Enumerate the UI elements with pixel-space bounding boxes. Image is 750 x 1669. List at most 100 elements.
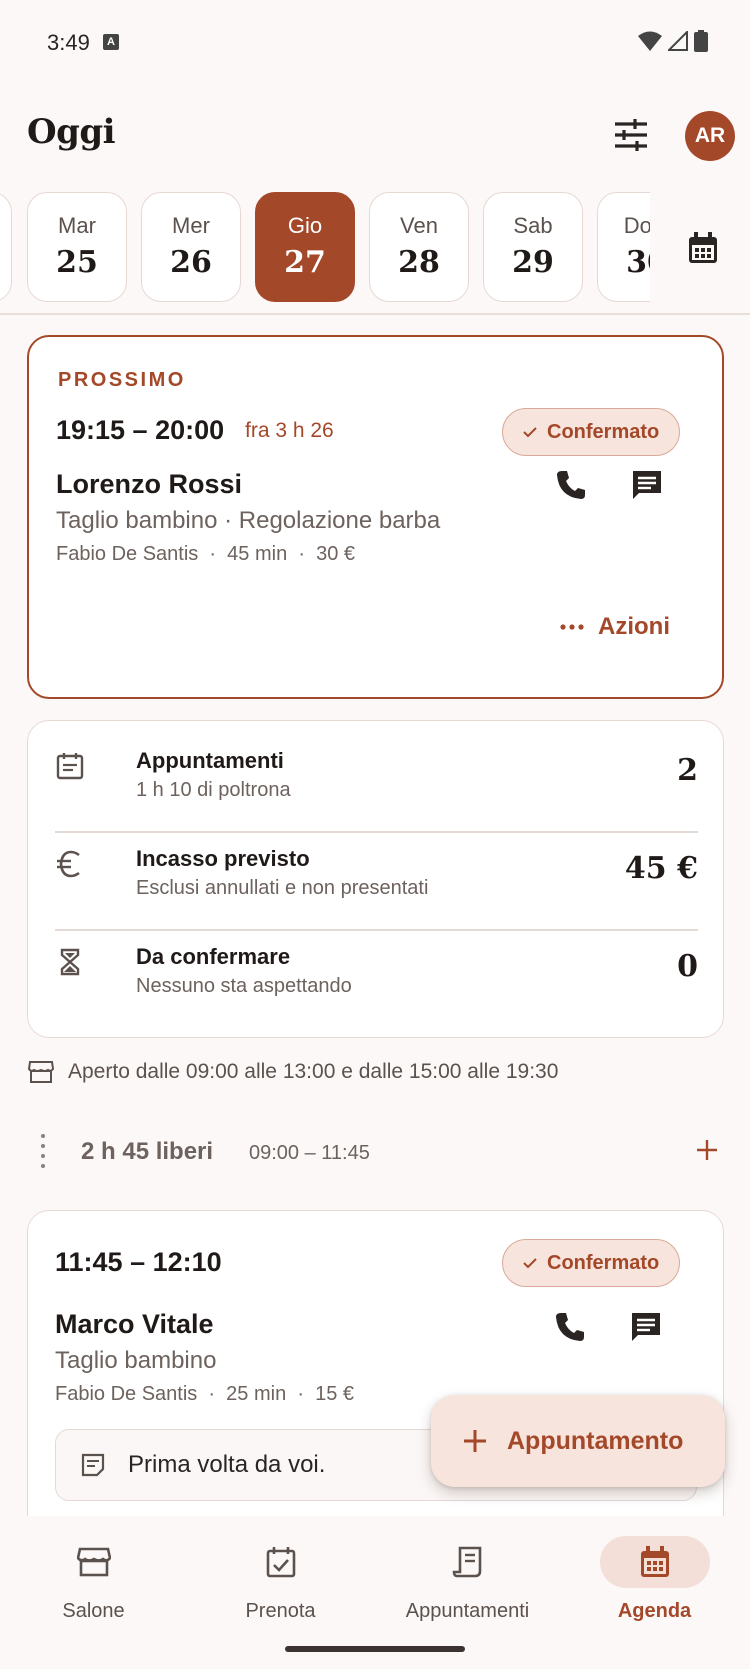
date-chip-day: 27	[284, 245, 326, 280]
message-button[interactable]	[626, 1307, 666, 1347]
date-chip-weekday: Mar	[58, 213, 96, 238]
date-chip-selected[interactable]: Gio 27	[255, 192, 355, 302]
summary-value: 0	[677, 949, 698, 984]
date-chip[interactable]: Dom 30	[597, 192, 650, 302]
nav-icon-wrap	[226, 1536, 336, 1588]
status-time: 3:49	[47, 30, 90, 55]
date-chip-day: 30	[626, 245, 650, 280]
summary-value: 2	[677, 753, 698, 788]
date-chip-weekday: Dom	[623, 213, 650, 238]
message-icon	[632, 1313, 660, 1341]
service-list: Taglio bambino · Regolazione barba	[56, 507, 441, 534]
date-chip-weekday: Mer	[172, 213, 210, 238]
status-badge-label: Confermato	[547, 420, 660, 443]
status-badge-label: Confermato	[547, 1251, 660, 1274]
date-chip[interactable]: Sab 29	[483, 192, 583, 302]
date-chip-day: 28	[398, 245, 440, 280]
summary-row-pending: Da confermare Nessuno sta aspettando 0	[55, 917, 698, 1015]
service-list: Taglio bambino	[55, 1347, 217, 1374]
summary-title: Incasso previsto	[136, 846, 310, 871]
date-chip-weekday: Gio	[287, 213, 323, 238]
date-chip-weekday: Ven	[400, 213, 438, 238]
calendar-icon	[689, 232, 717, 263]
date-chip[interactable]: Mar 25	[27, 192, 127, 302]
hourglass-icon	[60, 948, 80, 976]
actions-label: Azioni	[598, 613, 670, 640]
nav-icon-wrap	[599, 1536, 710, 1588]
battery-icon	[694, 30, 708, 52]
cellular-signal-icon	[668, 31, 688, 51]
nav-icon-wrap	[413, 1536, 523, 1588]
summary-row-revenue: Incasso previsto Esclusi annullati e non…	[55, 819, 698, 917]
message-button[interactable]	[627, 465, 667, 505]
summary-subtitle: Nessuno sta aspettando	[136, 975, 352, 997]
fab-label: Appuntamento	[507, 1426, 684, 1455]
divider	[0, 313, 750, 315]
euro-icon	[57, 850, 80, 878]
free-slot-row[interactable]: 2 h 45 liberi 09:00 – 11:45	[0, 1130, 750, 1174]
nav-item-salone[interactable]: Salone	[0, 1516, 187, 1626]
nav-item-prenota[interactable]: Prenota	[187, 1516, 374, 1626]
date-strip: Mar 25 Mer 26 Gio 27 Ven 28 Sab 29 Dom 3…	[0, 192, 650, 304]
opening-hours: Aperto dalle 09:00 alle 13:00 e dalle 15…	[28, 1060, 558, 1084]
event-note-icon	[56, 753, 84, 780]
date-chip-weekday: Sab	[513, 213, 553, 238]
date-chip-previous[interactable]	[0, 192, 12, 302]
storefront-icon	[76, 1547, 111, 1577]
summary-value: 45 €	[624, 851, 698, 886]
free-slot-range: 09:00 – 11:45	[249, 1142, 370, 1164]
receipt-icon	[452, 1546, 481, 1578]
date-chip-day: 29	[512, 245, 554, 280]
summary-title: Appuntamenti	[136, 748, 284, 773]
call-button[interactable]	[551, 465, 591, 505]
date-chip-day: 26	[170, 245, 212, 280]
add-icon[interactable]	[693, 1136, 721, 1164]
note-icon	[81, 1453, 105, 1477]
nav-icon-wrap	[39, 1536, 149, 1588]
status-badge: Confermato	[502, 1239, 681, 1287]
summary-subtitle: Esclusi annullati e non presentati	[136, 877, 429, 899]
calendar-check-icon	[266, 1547, 295, 1578]
client-name: Lorenzo Rossi	[56, 469, 243, 499]
status-bar: 3:49 A	[0, 0, 750, 88]
day-summary-card: Appuntamenti 1 h 10 di poltrona 2 Incass…	[27, 720, 724, 1038]
status-badge: Confermato	[502, 408, 681, 456]
home-indicator[interactable]	[285, 1646, 465, 1652]
opening-hours-text: Aperto dalle 09:00 alle 13:00 e dalle 15…	[68, 1060, 559, 1083]
appointment-meta: Fabio De Santis · 45 min · 30 €	[56, 543, 356, 565]
call-button[interactable]	[550, 1307, 590, 1347]
appointment-time: 19:15 – 20:00	[56, 415, 225, 445]
date-chip[interactable]: Mer 26	[141, 192, 241, 302]
summary-subtitle: 1 h 10 di poltrona	[136, 779, 291, 801]
tune-icon	[615, 119, 647, 151]
more-horizontal-icon	[560, 624, 584, 630]
calendar-month-icon	[640, 1546, 669, 1577]
nav-item-agenda[interactable]: Agenda	[561, 1516, 748, 1626]
relative-time: fra 3 h 26	[245, 419, 334, 442]
nav-label: Agenda	[617, 1600, 692, 1622]
summary-title: Da confermare	[136, 944, 291, 969]
avatar[interactable]: AR	[685, 111, 735, 161]
top-app-bar: Oggi AR	[0, 100, 750, 175]
vertical-dots-icon	[41, 1134, 45, 1174]
client-name: Marco Vitale	[55, 1309, 214, 1339]
date-chip-day: 25	[56, 245, 98, 280]
phone-icon	[556, 1313, 584, 1341]
page-title: Oggi	[27, 112, 116, 152]
calendar-picker-button[interactable]	[685, 230, 721, 266]
add-icon	[464, 1430, 486, 1452]
filter-button[interactable]	[610, 114, 652, 156]
next-appointment-card[interactable]: PROSSIMO 19:15 – 20:00 fra 3 h 26 Confer…	[27, 335, 724, 699]
message-icon	[633, 471, 661, 499]
appointment-meta: Fabio De Santis · 25 min · 15 €	[55, 1383, 355, 1405]
actions-button[interactable]: Azioni	[560, 613, 670, 641]
nav-item-appuntamenti[interactable]: Appuntamenti	[374, 1516, 561, 1626]
check-icon	[523, 427, 537, 438]
free-slot-label: 2 h 45 liberi	[81, 1138, 214, 1165]
date-chip[interactable]: Ven 28	[369, 192, 469, 302]
nav-label: Salone	[62, 1600, 125, 1622]
nav-label: Prenota	[245, 1600, 316, 1622]
appointment-note-text: Prima volta da voi.	[128, 1451, 326, 1478]
new-appointment-fab[interactable]: Appuntamento	[431, 1395, 725, 1487]
wifi-icon	[638, 31, 662, 51]
